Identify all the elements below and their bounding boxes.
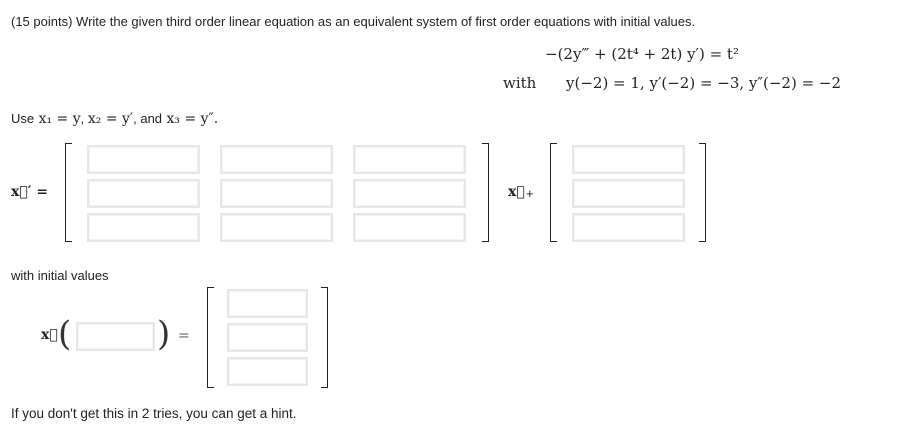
matrix-cell-3-3[interactable]: [353, 213, 466, 242]
matrix-cell-2-2[interactable]: [220, 179, 333, 208]
matrix-right-bracket: [482, 143, 489, 242]
initial-value-3[interactable]: [227, 357, 308, 386]
x2-definition: x₂ = y′: [87, 111, 134, 127]
x1-definition: x₁ = y: [38, 111, 81, 127]
x3-definition: x₃ = y″.: [166, 111, 219, 127]
x-vector-symbol: x⃗: [508, 184, 525, 200]
forcing-left-bracket: [550, 143, 557, 242]
left-paren: (: [58, 314, 72, 354]
use-label: Use: [11, 111, 35, 126]
hint-text: If you don't get this in 2 tries, you ca…: [11, 406, 297, 421]
plus-sign: +: [526, 186, 534, 201]
matrix-cell-3-2[interactable]: [220, 213, 333, 242]
initial-value-1[interactable]: [227, 289, 308, 318]
matrix-left-bracket: [65, 143, 72, 242]
initial-conditions: y(−2) = 1, y′(−2) = −3, y″(−2) = −2: [566, 74, 842, 92]
right-paren: ): [157, 314, 171, 354]
initial-time-input[interactable]: [76, 322, 155, 351]
matrix-cell-1-1[interactable]: [87, 145, 200, 174]
forcing-cell-1[interactable]: [572, 145, 685, 174]
system-lhs: x⃗′ =: [11, 184, 49, 200]
initial-left-bracket: [207, 287, 214, 388]
matrix-cell-2-3[interactable]: [353, 179, 466, 208]
initial-equals: =: [178, 328, 190, 344]
and-label: and: [140, 111, 163, 126]
forcing-cell-2[interactable]: [572, 179, 685, 208]
initial-right-bracket: [321, 287, 328, 388]
initial-value-2[interactable]: [227, 323, 308, 352]
differential-equation: −(2y‴ + (2t⁴ + 2t) y′) = t²: [545, 45, 739, 63]
substitution-line: Use x₁ = y, x₂ = y′, and x₃ = y″.: [11, 111, 219, 127]
matrix-cell-3-1[interactable]: [87, 213, 200, 242]
with-label: with: [503, 74, 537, 92]
matrix-cell-1-3[interactable]: [353, 145, 466, 174]
forcing-cell-3[interactable]: [572, 213, 685, 242]
matrix-cell-1-2[interactable]: [220, 145, 333, 174]
problem-header: (15 points) Write the given third order …: [11, 14, 696, 29]
initial-values-label: with initial values: [11, 268, 109, 283]
matrix-cell-2-1[interactable]: [87, 179, 200, 208]
x-initial-symbol: x⃗: [41, 327, 58, 343]
forcing-right-bracket: [699, 143, 706, 242]
